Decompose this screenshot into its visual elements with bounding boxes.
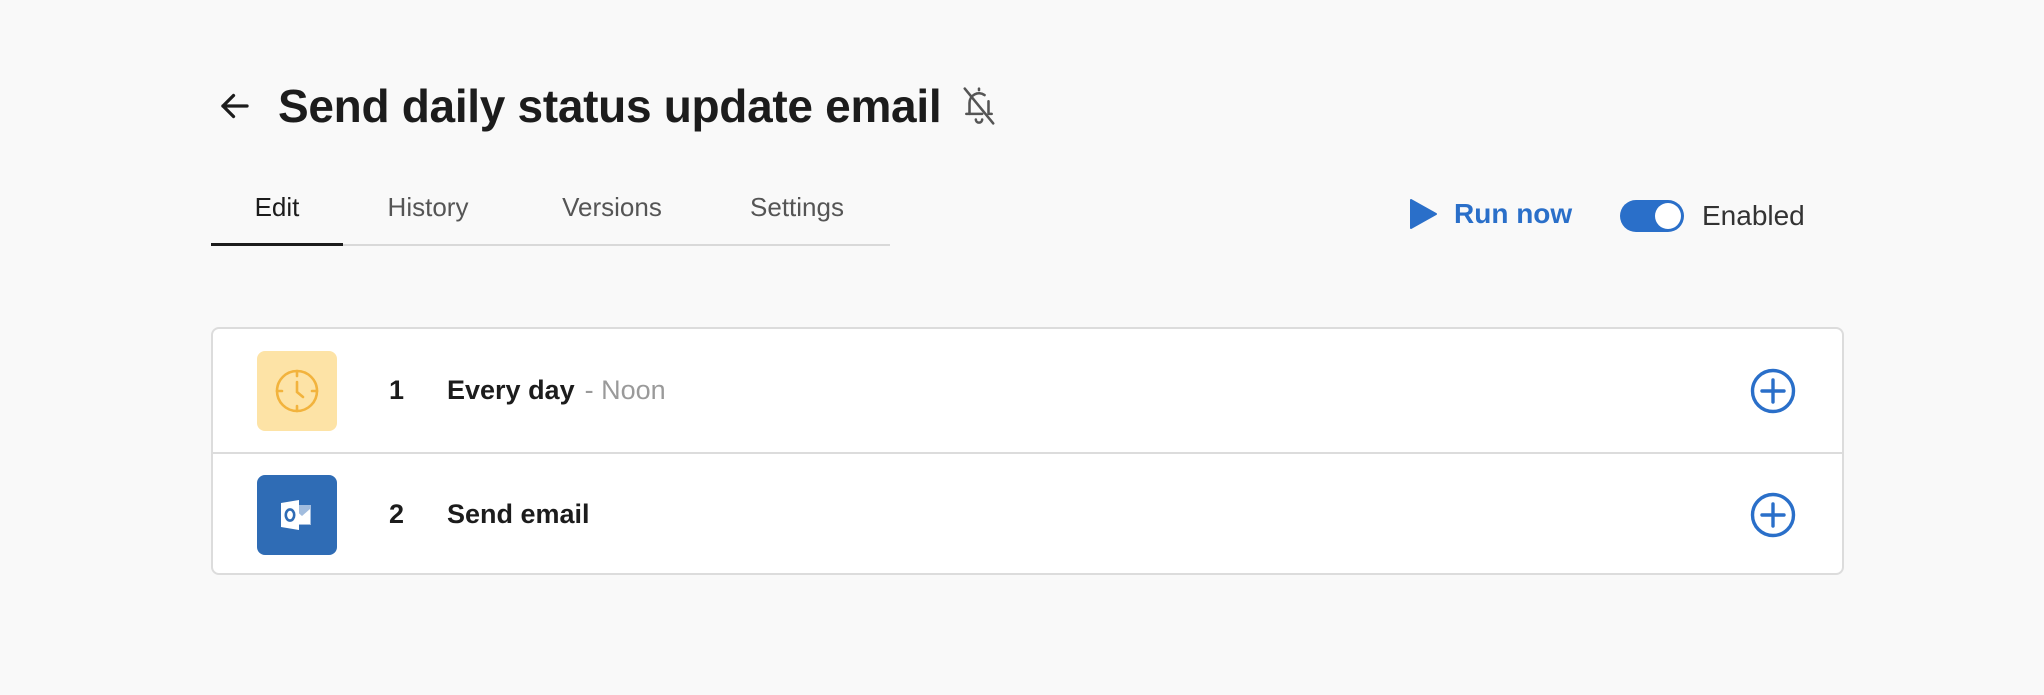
plus-circle-icon <box>1750 492 1796 537</box>
step-subtitle: - Noon <box>584 375 666 405</box>
step-title-text: Send email <box>447 499 590 529</box>
tab-edit[interactable]: Edit <box>211 180 343 246</box>
page-header: Send daily status update email <box>212 74 999 138</box>
back-button[interactable] <box>212 83 258 129</box>
step-title: Every day - Noon <box>447 375 666 406</box>
play-icon <box>1410 199 1437 229</box>
enabled-toggle-group: Enabled <box>1620 196 1805 236</box>
page-title: Send daily status update email <box>278 80 942 132</box>
outlook-icon <box>281 499 311 530</box>
tab-versions[interactable]: Versions <box>513 180 711 244</box>
run-now-button[interactable]: Run now <box>1408 194 1572 234</box>
step-number: 1 <box>389 375 405 405</box>
step-icon-tile <box>257 474 337 555</box>
run-now-label: Run now <box>1454 198 1573 229</box>
step-row[interactable]: 2 Send email <box>213 452 1842 573</box>
step-number: 2 <box>389 499 405 529</box>
add-step-button[interactable] <box>1750 368 1796 414</box>
step-title-text: Every day <box>447 375 575 405</box>
clock-icon <box>275 369 319 412</box>
enabled-toggle[interactable] <box>1620 200 1684 232</box>
step-title: Send email <box>447 499 590 530</box>
plus-circle-icon <box>1750 368 1796 413</box>
step-icon-tile <box>257 350 337 431</box>
arrow-left-icon <box>221 93 249 119</box>
step-row[interactable]: 1 Every day - Noon <box>213 329 1842 452</box>
bell-off-icon <box>963 87 995 125</box>
toggle-knob <box>1655 203 1681 229</box>
steps-list: 1 Every day - Noon 2 Send email <box>211 327 1844 575</box>
notifications-off-button[interactable] <box>959 84 999 128</box>
tab-bar: Edit History Versions Settings <box>211 180 890 246</box>
flow-page: Send daily status update email Edit Hist… <box>0 0 2044 695</box>
tab-settings[interactable]: Settings <box>711 180 883 244</box>
add-step-button[interactable] <box>1750 492 1796 538</box>
enabled-label: Enabled <box>1702 200 1805 231</box>
tab-history[interactable]: History <box>343 180 513 244</box>
